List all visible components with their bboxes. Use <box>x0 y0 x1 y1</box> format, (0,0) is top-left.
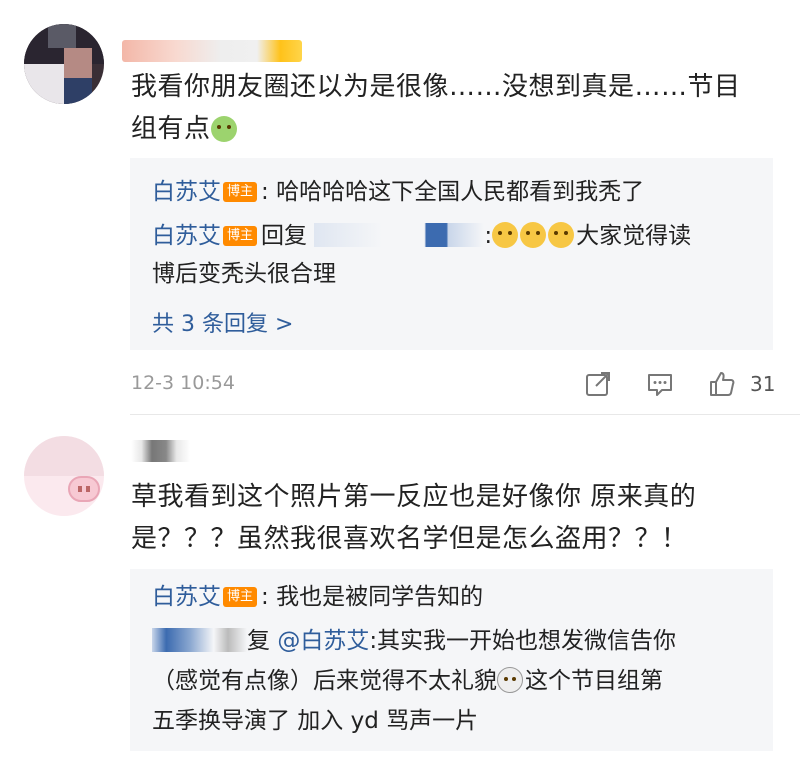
comment-text: 我看你朋友圈还以为是很像……没想到真是……节目 组有点 <box>131 72 741 144</box>
comment-icon[interactable] <box>646 370 674 398</box>
avatar-pixel <box>24 64 64 104</box>
reply-author[interactable]: 白苏艾 <box>152 584 221 610</box>
reply-author[interactable]: 白苏艾 <box>152 179 221 205</box>
avatar-pixel <box>86 486 90 492</box>
nauseated-face-icon <box>210 116 237 142</box>
reply-text-continued: 五季换导演了 加入 yd 骂声一片 <box>152 708 479 734</box>
divider <box>130 414 800 415</box>
more-replies-link[interactable]: 共 3 条回复 > <box>152 306 293 338</box>
pig-snout-icon <box>68 476 100 502</box>
avatar[interactable] <box>24 436 104 516</box>
reply-text: :其实我一开始也想发微信告你 <box>369 628 677 654</box>
crying-laughing-face-icon <box>548 222 575 248</box>
blogger-badge: 博主 <box>223 587 258 607</box>
crying-laughing-face-icon <box>492 222 519 248</box>
avatar-pixel <box>64 78 92 104</box>
comment-text: 草我看到这个照片第一反应也是好像你 原来真的 是？？？虽然我很喜欢名学但是怎么盗… <box>131 482 697 554</box>
avatar-pixel <box>24 436 104 476</box>
reply-box[interactable]: 白苏艾 博主: 哈哈哈哈这下全国人民都看到我秃了 白苏艾 博主 回复 : 大家觉得读 博… <box>130 158 773 350</box>
like-count: 31 <box>750 372 776 396</box>
shocked-face-icon <box>497 667 523 693</box>
reply-item[interactable]: 白苏艾 博主 回复 : 大家觉得读 <box>152 218 691 254</box>
share-icon[interactable] <box>584 370 612 398</box>
reply-text-continued: （感觉有点像）后来觉得不太礼貌 这个节目组第 <box>152 667 663 694</box>
reply-item[interactable]: 白苏艾 博主: 哈哈哈哈这下全国人民都看到我秃了 <box>152 174 644 210</box>
crying-laughing-face-icon <box>520 222 547 248</box>
username-blurred[interactable] <box>131 440 201 462</box>
avatar-pixel <box>64 48 92 78</box>
avatar[interactable] <box>24 24 104 104</box>
reply-text: 哈哈哈哈这下全国人民都看到我秃了 <box>276 179 645 205</box>
reply-item[interactable]: 白苏艾 博主: 我也是被同学告知的 <box>152 579 483 615</box>
avatar-pixel <box>78 486 82 492</box>
mention-link[interactable]: @白苏艾 <box>277 628 369 654</box>
avatar-pixel <box>48 24 76 48</box>
reply-box[interactable]: 白苏艾 博主: 我也是被同学告知的 复 @白苏艾:其实我一开始也想发微信告你 （感… <box>130 569 773 751</box>
username-blurred[interactable] <box>122 40 302 62</box>
reply-text: 我也是被同学告知的 <box>276 584 484 610</box>
blogger-badge: 博主 <box>223 226 258 246</box>
reply-text-continued: 博后变秃头很合理 <box>152 261 336 287</box>
mention-blurred[interactable] <box>314 223 485 247</box>
like-icon[interactable] <box>708 370 736 398</box>
comment-time: 12-3 10:54 <box>131 372 235 394</box>
reply-item[interactable]: 复 @白苏艾:其实我一开始也想发微信告你 <box>152 623 676 659</box>
blogger-badge: 博主 <box>223 182 258 202</box>
reply-text: 大家觉得读 <box>576 223 692 249</box>
reply-author-blurred[interactable] <box>152 628 247 652</box>
reply-author[interactable]: 白苏艾 <box>152 223 221 249</box>
